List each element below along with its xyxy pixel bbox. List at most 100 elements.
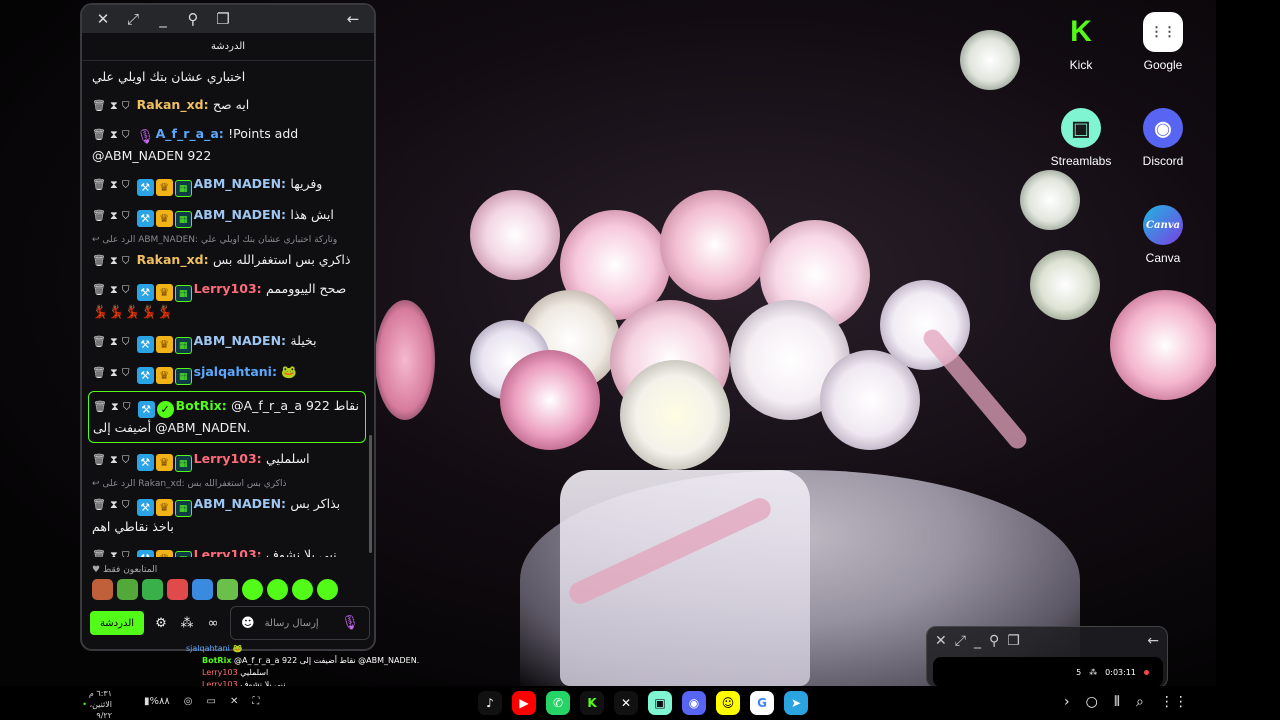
emote-icon[interactable] bbox=[117, 579, 138, 600]
timeout-icon[interactable]: ⧗ bbox=[110, 335, 122, 348]
chat-username[interactable]: ABM_NADEN bbox=[194, 207, 281, 222]
timeout-icon[interactable]: ⧗ bbox=[110, 254, 122, 267]
chat-username[interactable]: Lerry103 bbox=[194, 547, 257, 557]
timeout-icon[interactable]: ⧗ bbox=[111, 400, 123, 413]
chat-message[interactable]: 🗑⧗⛉⚒♛▦Lerry103: نبي يلا نشوف bbox=[88, 541, 366, 557]
snapchat-icon[interactable]: ☺ bbox=[716, 691, 740, 715]
google-icon[interactable]: G bbox=[750, 691, 774, 715]
minimize-icon[interactable]: _ bbox=[974, 633, 981, 649]
chat-username[interactable]: Lerry103 bbox=[194, 451, 257, 466]
timeout-icon[interactable]: ⧗ bbox=[110, 178, 122, 191]
trash-icon[interactable]: 🗑 bbox=[93, 400, 111, 413]
x-icon[interactable]: ✕ bbox=[614, 691, 638, 715]
shield-icon[interactable]: ⛉ bbox=[122, 178, 134, 191]
chat-username[interactable]: Rakan_xd bbox=[137, 252, 204, 267]
chat-username[interactable]: A_f_r_a_a bbox=[156, 126, 219, 141]
chat-username[interactable]: BotRix bbox=[176, 398, 222, 413]
desktop-icon-google[interactable]: ⋮⋮ Google bbox=[1128, 12, 1198, 72]
emote-icon[interactable] bbox=[167, 579, 188, 600]
chat-username[interactable]: Rakan_xd bbox=[137, 97, 204, 112]
shield-icon[interactable]: ⛉ bbox=[122, 335, 134, 348]
trash-icon[interactable]: 🗑 bbox=[92, 283, 110, 296]
timeout-icon[interactable]: ⧗ bbox=[110, 498, 122, 511]
back-arrow-icon[interactable]: ← bbox=[342, 10, 364, 28]
chat-send-button[interactable]: الدردشة bbox=[90, 611, 144, 635]
chevron-right-icon[interactable]: › bbox=[1064, 694, 1070, 710]
emote-icon[interactable] bbox=[242, 579, 263, 600]
close-icon[interactable]: ✕ bbox=[92, 10, 114, 28]
timeout-icon[interactable]: ⧗ bbox=[110, 209, 122, 222]
emote-icon[interactable] bbox=[217, 579, 238, 600]
emote-icon[interactable] bbox=[267, 579, 288, 600]
split-window-icon[interactable]: ❐ bbox=[1007, 633, 1020, 649]
trash-icon[interactable]: 🗑 bbox=[92, 549, 110, 557]
shield-icon[interactable]: ⛉ bbox=[122, 254, 134, 267]
timeout-icon[interactable]: ⧗ bbox=[110, 99, 122, 112]
chat-message[interactable]: 🗑⧗⛉ ⚒ ♛ ▦ Lerry103: صحح الييووممم 💃🏾💃🏾💃🏾💃🏾💃🏾 bbox=[88, 275, 366, 327]
emote-icon[interactable] bbox=[192, 579, 213, 600]
shield-icon[interactable]: ⛉ bbox=[122, 549, 134, 557]
chat-message[interactable]: 🗑⧗⛉ ⚒ ♛ ▦ Lerry103: اسلمليي bbox=[88, 445, 366, 476]
desktop-icon-kick[interactable]: K Kick bbox=[1046, 12, 1116, 72]
message-input[interactable]: ☻ إرسال رسالة 🎙 bbox=[230, 606, 370, 640]
back-arrow-icon[interactable]: ← bbox=[1147, 633, 1159, 649]
chat-message[interactable]: 🗑⧗⛉ ⚒ ♛ ▦ ABM_NADEN: بخيلة bbox=[88, 327, 366, 358]
shield-icon[interactable]: ⛉ bbox=[122, 283, 134, 296]
chat-message[interactable]: 🗑⧗⛉ ⚒ ♛ ▦ sjalqahtani: 🐸 bbox=[88, 358, 366, 389]
emote-icon[interactable] bbox=[92, 579, 113, 600]
desktop-icon-streamlabs[interactable]: ▣ Streamlabs bbox=[1046, 108, 1116, 168]
infinity-icon[interactable]: ∞ bbox=[204, 616, 222, 631]
emote-icon[interactable] bbox=[317, 579, 338, 600]
close-icon[interactable]: ✕ bbox=[935, 633, 947, 649]
chat-message[interactable]: 🗑⧗⛉ 🎙A_f_r_a_a: !Points add @ABM_NADEN 92… bbox=[88, 120, 366, 170]
chat-message[interactable]: 🗑⧗⛉ Rakan_xd: ايه صح bbox=[88, 91, 366, 120]
split-window-icon[interactable]: ❐ bbox=[212, 10, 234, 28]
telegram-icon[interactable]: ➤ bbox=[784, 691, 808, 715]
message-continuation[interactable]: اختباري عشان بتك اويلي علي bbox=[88, 63, 366, 91]
minimize-icon[interactable]: _ bbox=[152, 10, 174, 28]
discord-icon[interactable]: ◉ bbox=[682, 691, 706, 715]
emote-icon[interactable] bbox=[292, 579, 313, 600]
expand-icon[interactable]: ⤢ bbox=[122, 10, 144, 28]
streamlabs-icon[interactable]: ▣ bbox=[648, 691, 672, 715]
trash-icon[interactable]: 🗑 bbox=[92, 366, 110, 379]
users-icon[interactable]: ⁂ bbox=[178, 616, 196, 631]
shield-icon[interactable]: ⛉ bbox=[122, 209, 134, 222]
timeout-icon[interactable]: ⧗ bbox=[110, 128, 122, 141]
whatsapp-icon[interactable]: ✆ bbox=[546, 691, 570, 715]
trash-icon[interactable]: 🗑 bbox=[92, 99, 110, 112]
chat-username[interactable]: sjalqahtani bbox=[194, 364, 272, 379]
trash-icon[interactable]: 🗑 bbox=[92, 178, 110, 191]
microphone-icon[interactable]: 🎙 bbox=[341, 615, 359, 631]
scrollbar[interactable] bbox=[369, 435, 372, 553]
shield-icon[interactable]: ⛉ bbox=[122, 366, 134, 379]
pin-icon[interactable]: ⚲ bbox=[989, 633, 999, 649]
youtube-icon[interactable]: ▶ bbox=[512, 691, 536, 715]
kick-icon[interactable]: K bbox=[580, 691, 604, 715]
trash-icon[interactable]: 🗑 bbox=[92, 254, 110, 267]
trash-icon[interactable]: 🗑 bbox=[92, 209, 110, 222]
chat-username[interactable]: ABM_NADEN bbox=[194, 333, 281, 348]
chat-username[interactable]: Lerry103 bbox=[194, 281, 257, 296]
chat-message[interactable]: 🗑⧗⛉ ⚒ ♛ ▦ ABM_NADEN: وفريها bbox=[88, 170, 366, 201]
tiktok-icon[interactable]: ♪ bbox=[478, 691, 502, 715]
settings-gear-icon[interactable]: ⚙ bbox=[152, 616, 170, 631]
timeout-icon[interactable]: ⧗ bbox=[110, 453, 122, 466]
timeout-icon[interactable]: ⧗ bbox=[110, 366, 122, 379]
trash-icon[interactable]: 🗑 bbox=[92, 128, 110, 141]
shield-icon[interactable]: ⛉ bbox=[123, 400, 135, 413]
home-icon[interactable]: ○ bbox=[1086, 694, 1098, 710]
chat-username[interactable]: ABM_NADEN bbox=[194, 496, 281, 511]
trash-icon[interactable]: 🗑 bbox=[92, 453, 110, 466]
shield-icon[interactable]: ⛉ bbox=[122, 128, 134, 141]
emote-icon[interactable] bbox=[142, 579, 163, 600]
timeout-icon[interactable]: ⧗ bbox=[110, 283, 122, 296]
shield-icon[interactable]: ⛉ bbox=[122, 99, 134, 112]
search-icon[interactable]: ⌕ bbox=[1136, 694, 1144, 710]
message-list[interactable]: اختباري عشان بتك اويلي علي 🗑⧗⛉ Rakan_xd: ا… bbox=[88, 63, 366, 557]
trash-icon[interactable]: 🗑 bbox=[92, 335, 110, 348]
expand-icon[interactable]: ⤢ bbox=[955, 633, 966, 649]
pin-icon[interactable]: ⚲ bbox=[182, 10, 204, 28]
chat-message[interactable]: 🗑⧗⛉ ⚒ ♛ ▦ ABM_NADEN: ايش هذا bbox=[88, 201, 366, 232]
timeout-icon[interactable]: ⧗ bbox=[110, 549, 122, 557]
